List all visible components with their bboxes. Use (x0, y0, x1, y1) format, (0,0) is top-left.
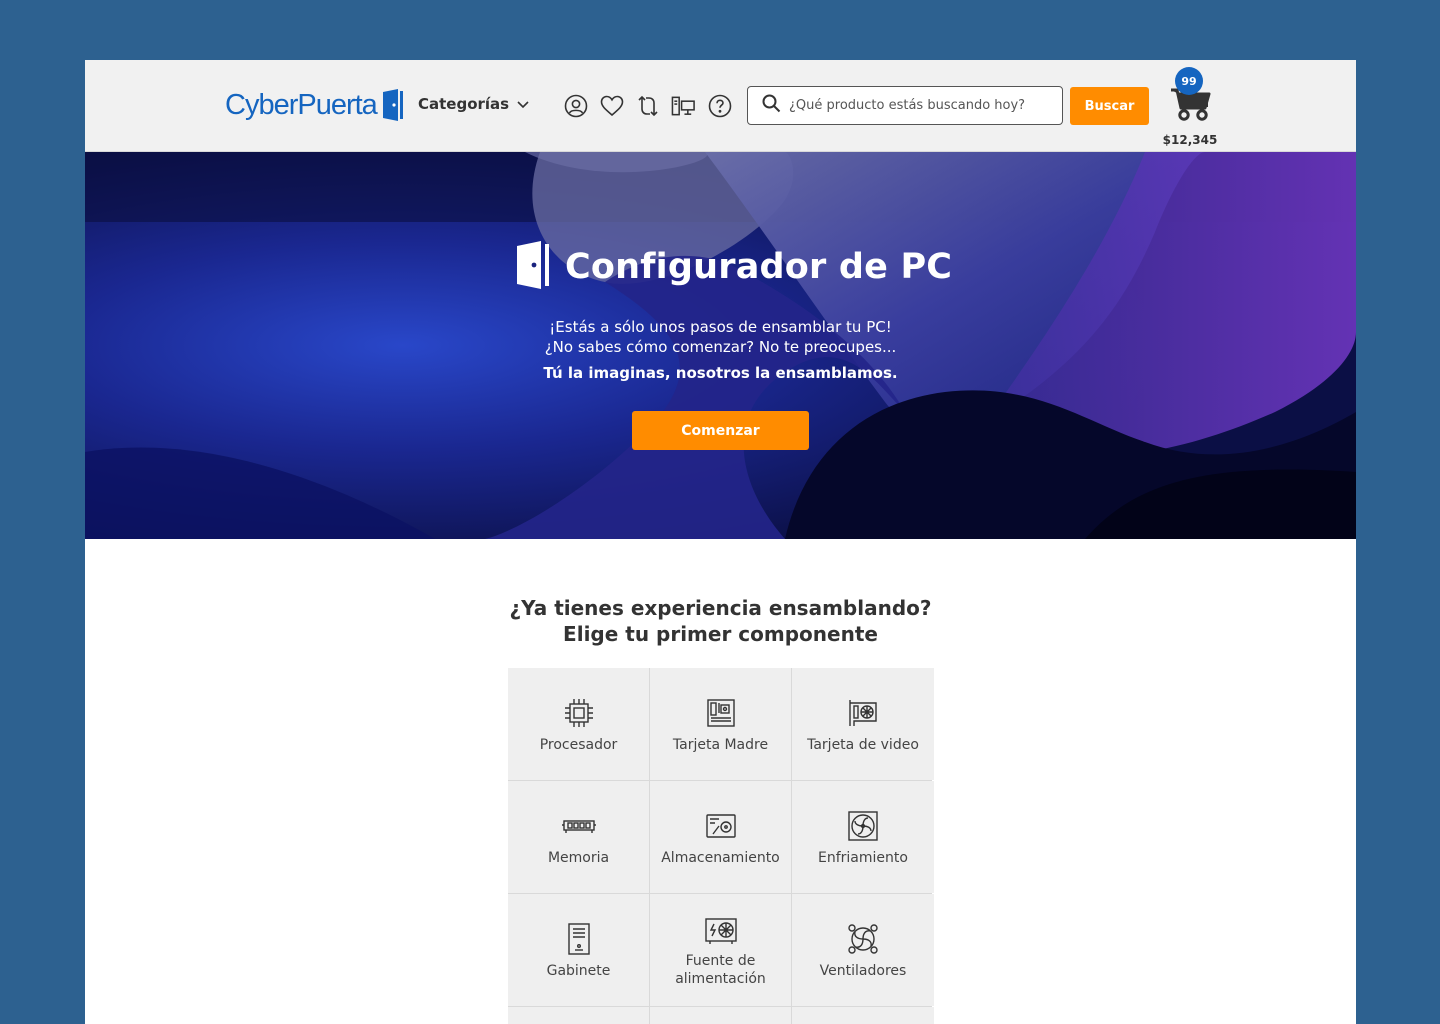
component-cooling[interactable]: Enfriamiento (792, 781, 934, 893)
component-gpu[interactable]: Tarjeta de video (792, 668, 934, 780)
ram-icon (561, 809, 596, 843)
start-button[interactable]: Comenzar (632, 411, 809, 450)
door-icon (515, 240, 551, 294)
heart-icon[interactable] (599, 93, 624, 118)
categories-label: Categorías (418, 95, 510, 113)
search-button[interactable]: Buscar (1070, 87, 1149, 125)
components-title-line-1: ¿Ya tienes experiencia ensamblando? (509, 596, 932, 620)
search-icon (762, 94, 781, 117)
cart-count-badge: 99 (1175, 67, 1203, 95)
component-label: Gabinete (546, 963, 611, 979)
user-icon[interactable] (563, 93, 588, 118)
component-label: Fuente de alimentación (675, 953, 766, 987)
cyberpuerta-logo[interactable]: CyberPuerta (225, 88, 405, 122)
search-box[interactable] (747, 86, 1063, 125)
fan-icon (846, 922, 880, 956)
component-label: Ventiladores (819, 963, 907, 979)
cart-button[interactable]: 99 (1167, 66, 1217, 126)
logo-text: CyberPuerta (225, 88, 378, 121)
hero-line-1: ¡Estás a sólo unos pasos de ensamblar tu… (549, 318, 892, 336)
hero-tagline: Tú la imaginas, nosotros la ensamblamos. (543, 364, 898, 382)
door-icon (381, 88, 405, 122)
component-cell-partial (508, 1007, 649, 1024)
cart-total: $12,345 (1162, 133, 1218, 147)
component-cell-partial (792, 1007, 934, 1024)
case-icon (562, 922, 596, 956)
cooling-icon (846, 809, 880, 843)
component-label: Tarjeta Madre (672, 737, 769, 753)
component-label: Tarjeta de video (807, 737, 919, 753)
component-cell-partial (650, 1007, 791, 1024)
hero-banner: Configurador de PC ¡Estás a sólo unos pa… (85, 152, 1356, 539)
categories-menu[interactable]: Categorías (418, 95, 529, 113)
header-icons (563, 93, 732, 118)
page-frame: CyberPuerta Categorías ¿Qué producto est… (85, 60, 1356, 1024)
component-case[interactable]: Gabinete (508, 894, 649, 1006)
site-header: CyberPuerta Categorías ¿Qué producto est… (85, 60, 1356, 152)
power-supply-icon (704, 914, 738, 948)
component-label: Almacenamiento (661, 850, 780, 866)
component-power-supply[interactable]: Fuente de alimentación (650, 894, 791, 1006)
component-label: Procesador (539, 737, 618, 753)
component-storage[interactable]: Almacenamiento (650, 781, 791, 893)
gpu-icon (846, 696, 880, 730)
cpu-icon (562, 696, 596, 730)
component-memory[interactable]: Memoria (508, 781, 649, 893)
pc-config-icon[interactable] (671, 93, 696, 118)
components-title-line-2: Elige tu primer componente (563, 622, 878, 646)
motherboard-icon (704, 696, 738, 730)
hero-heading: Configurador de PC (565, 247, 953, 287)
storage-icon (704, 809, 738, 843)
component-grid: Procesador Tarjeta Madre Tarjeta de vide… (508, 668, 934, 1024)
component-label: Enfriamiento (818, 850, 908, 866)
component-motherboard[interactable]: Tarjeta Madre (650, 668, 791, 780)
help-icon[interactable] (707, 93, 732, 118)
component-fans[interactable]: Ventiladores (792, 894, 934, 1006)
hero-title: Configurador de PC (515, 240, 952, 294)
chevron-down-icon (517, 95, 529, 113)
component-processor[interactable]: Procesador (508, 668, 649, 780)
hero-line-2: ¿No sabes cómo comenzar? No te preocupes… (544, 338, 897, 356)
component-label: Memoria (547, 850, 610, 866)
search-input[interactable] (789, 98, 1049, 113)
compare-icon[interactable] (635, 93, 660, 118)
